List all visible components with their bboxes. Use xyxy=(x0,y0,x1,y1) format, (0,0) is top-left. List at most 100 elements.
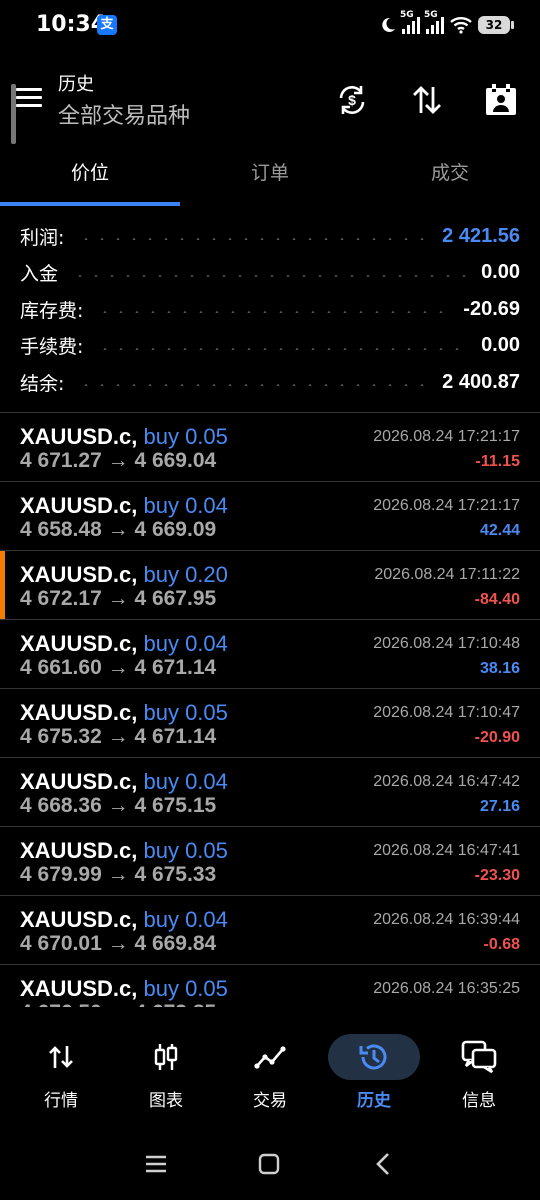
home-icon[interactable] xyxy=(249,1148,289,1180)
trade-prices: 4 661.60 → 4 671.14 xyxy=(20,656,216,680)
trade-profit: 27.16 xyxy=(479,798,520,815)
symbol-filter[interactable]: 全部交易品种 xyxy=(58,98,190,130)
close-price: 4 675.33 xyxy=(134,863,217,886)
trade-prices: 4 679.99 → 4 675.33 xyxy=(20,863,216,887)
trade-row[interactable]: XAUUSD.c, buy 0.05 4 675.32 → 4 671.14 202… xyxy=(0,689,540,758)
trade-row[interactable]: XAUUSD.c, buy 0.04 4 670.01 → 4 669.84 202… xyxy=(0,896,540,965)
trade-symbol: XAUUSD.c, buy 0.05 xyxy=(20,838,228,864)
trade-profit: -13.25 xyxy=(475,1005,520,1007)
dotted-leader xyxy=(72,274,468,277)
trade-row[interactable]: XAUUSD.c, buy 0.04 4 668.36 → 4 675.15 202… xyxy=(0,758,540,827)
summary-value: 2 421.56 xyxy=(442,224,520,247)
nav-chart[interactable]: 图表 xyxy=(114,1020,218,1120)
calendar-icon[interactable] xyxy=(481,80,521,120)
nav-label: 行情 xyxy=(44,1091,78,1111)
symbol-name: XAUUSD.c, xyxy=(20,493,138,518)
status-bar: 10:34 支 5G 5G 32 xyxy=(0,0,540,52)
menu-icon[interactable] xyxy=(16,88,42,108)
trade-row[interactable]: XAUUSD.c, buy 0.054 676.50 → 4 673.85202… xyxy=(0,965,540,1007)
trade-time: 2026.08.24 16:47:42 xyxy=(373,773,520,790)
dotted-leader xyxy=(97,311,450,314)
trade-symbol: XAUUSD.c, buy 0.04 xyxy=(20,631,228,657)
close-price: 4 673.85 xyxy=(134,1001,216,1007)
summary-label: 库存费: xyxy=(20,299,84,322)
trade-prices: 4 672.17 → 4 667.95 xyxy=(20,587,216,611)
symbol-name: XAUUSD.c, xyxy=(20,769,138,794)
trade-row[interactable]: XAUUSD.c, buy 0.04 4 658.48 → 4 669.09 202… xyxy=(0,482,540,551)
alipay-icon: 支 xyxy=(97,15,117,35)
trade-symbol: XAUUSD.c, buy 0.04 xyxy=(20,493,228,519)
app-header: 历史 全部交易品种 $ xyxy=(0,58,540,144)
battery-icon: 32 xyxy=(478,16,514,34)
trade-profit: -23.30 xyxy=(474,867,520,884)
page-title: 历史 xyxy=(58,74,94,95)
trade-symbol: XAUUSD.c, buy 0.05 xyxy=(20,700,228,726)
chart-candles-icon xyxy=(120,1034,212,1080)
arrow-icon: → xyxy=(108,1001,129,1007)
summary-deposit: 入金 0.00 xyxy=(0,255,540,292)
close-price: 4 669.04 xyxy=(134,449,217,472)
sync-dollar-icon[interactable]: $ xyxy=(332,80,372,120)
moon-icon xyxy=(382,17,395,32)
trade-time: 2026.08.24 17:11:22 xyxy=(374,566,520,583)
close-price: 4 667.95 xyxy=(134,587,217,610)
nav-messages[interactable]: 信息 xyxy=(427,1020,531,1120)
summary-panel: 利润: 2 421.56 入金 0.00 库存费: -20.69 手续费: 0.… xyxy=(0,218,540,401)
svg-text:$: $ xyxy=(348,92,356,108)
arrow-icon: → xyxy=(107,449,129,472)
arrow-icon: → xyxy=(107,518,129,541)
close-price: 4 671.14 xyxy=(134,656,217,679)
arrow-icon: → xyxy=(107,587,129,610)
trade-symbol: XAUUSD.c, buy 0.05 xyxy=(20,424,228,450)
summary-label: 结余: xyxy=(20,372,65,395)
signal-icon: 5G xyxy=(400,10,420,34)
trade-time: 2026.08.24 17:10:47 xyxy=(373,704,520,721)
sort-icon[interactable] xyxy=(407,80,447,120)
trade-symbol: XAUUSD.c, buy 0.20 xyxy=(20,562,228,588)
nav-label: 历史 xyxy=(357,1091,391,1111)
trade-prices: 4 668.36 → 4 675.15 xyxy=(20,794,216,818)
trade-side: buy 0.05 xyxy=(143,838,228,863)
nav-quotes[interactable]: 行情 xyxy=(9,1020,113,1120)
close-price: 4 671.14 xyxy=(134,725,217,748)
trade-side: buy 0.20 xyxy=(143,562,228,587)
trade-symbol: XAUUSD.c, buy 0.05 xyxy=(20,976,228,1002)
symbol-name: XAUUSD.c, xyxy=(20,424,138,449)
back-icon[interactable] xyxy=(363,1148,403,1180)
open-price: 4 668.36 xyxy=(20,794,102,817)
summary-swap: 库存费: -20.69 xyxy=(0,291,540,328)
open-price: 4 670.01 xyxy=(20,932,102,955)
trade-profit: 42.44 xyxy=(479,522,520,539)
messages-icon xyxy=(433,1034,525,1080)
tab-deals[interactable]: 成交 xyxy=(360,148,540,208)
recent-apps-icon[interactable] xyxy=(136,1148,176,1180)
nav-history[interactable]: 历史 xyxy=(322,1020,426,1120)
trade-row[interactable]: XAUUSD.c, buy 0.05 4 671.27 → 4 669.04 202… xyxy=(0,413,540,482)
tab-orders[interactable]: 订单 xyxy=(180,148,360,208)
trade-symbol: XAUUSD.c, buy 0.04 xyxy=(20,907,228,933)
trade-row[interactable]: XAUUSD.c, buy 0.05 4 679.99 → 4 675.33 202… xyxy=(0,827,540,896)
summary-profit: 利润: 2 421.56 xyxy=(0,218,540,255)
tab-positions[interactable]: 价位 xyxy=(0,148,180,208)
arrow-icon: → xyxy=(107,656,129,679)
nav-trade[interactable]: 交易 xyxy=(218,1020,322,1120)
close-price: 4 675.15 xyxy=(134,794,217,817)
summary-value: 2 400.87 xyxy=(442,370,520,393)
nav-label: 交易 xyxy=(253,1091,287,1111)
symbol-name: XAUUSD.c, xyxy=(20,907,138,932)
summary-value: 0.00 xyxy=(481,261,520,284)
dotted-leader xyxy=(97,347,468,350)
trade-list[interactable]: XAUUSD.c, buy 0.05 4 671.27 → 4 669.04 202… xyxy=(0,413,540,1007)
trade-prices: 4 658.48 → 4 669.09 xyxy=(20,518,216,542)
trade-time: 2026.08.24 17:21:17 xyxy=(373,428,520,445)
trade-row[interactable]: XAUUSD.c, buy 0.20 4 672.17 → 4 667.95 202… xyxy=(0,551,540,620)
trade-side: buy 0.05 xyxy=(143,424,228,449)
trade-prices: 4 671.27 → 4 669.04 xyxy=(20,449,216,473)
trade-row[interactable]: XAUUSD.c, buy 0.04 4 661.60 → 4 671.14 202… xyxy=(0,620,540,689)
trade-side: buy 0.04 xyxy=(143,631,228,656)
open-price: 4 675.32 xyxy=(20,725,102,748)
trade-time: 2026.08.24 16:35:25 xyxy=(373,980,520,997)
trade-side: buy 0.05 xyxy=(143,976,228,1001)
nav-label: 图表 xyxy=(149,1091,183,1111)
status-time: 10:34 xyxy=(36,12,107,37)
